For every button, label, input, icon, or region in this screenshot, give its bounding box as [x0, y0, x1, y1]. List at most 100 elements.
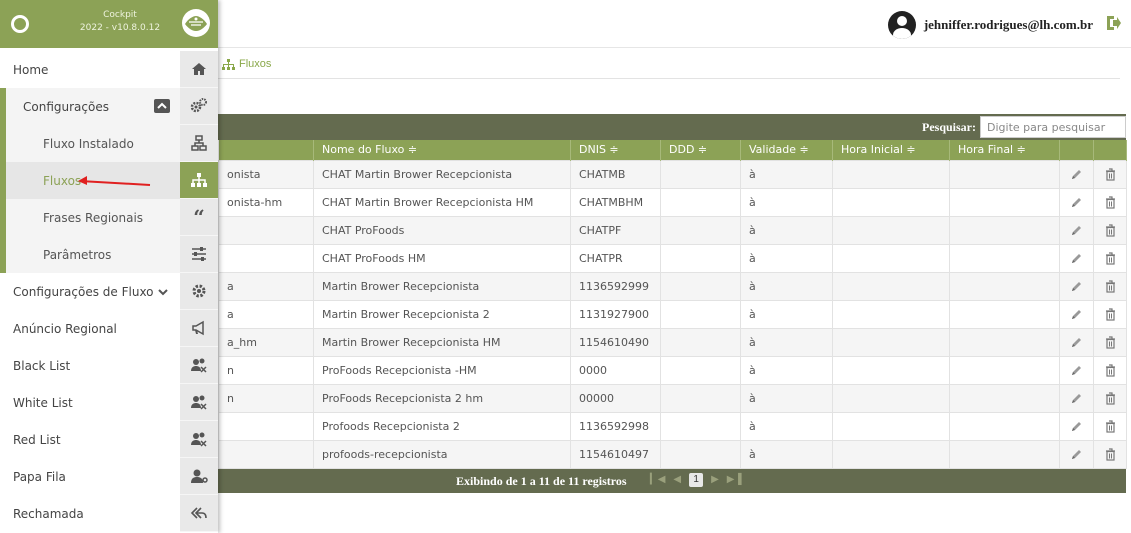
sidebar-item-home[interactable]: Home [0, 51, 180, 88]
sidebar-item-black-list[interactable]: Black List [0, 347, 180, 384]
search-input[interactable] [980, 116, 1126, 138]
delete-button[interactable] [1093, 271, 1127, 301]
table-row[interactable]: onista CHAT Martin Brower Recepcionista CH… [218, 159, 1127, 189]
edit-button[interactable] [1059, 411, 1094, 441]
chevron-down-icon[interactable] [156, 285, 170, 299]
table-row[interactable]: n ProFoods Recepcionista -HM 0000 à [218, 355, 1127, 385]
logout-icon[interactable] [1105, 14, 1121, 32]
table-row[interactable]: profoods-recepcionista 1154610497 à [218, 439, 1127, 469]
sidebar-item-white-list[interactable]: White List [0, 384, 180, 421]
sidebar-item-red-list[interactable]: Red List [0, 421, 180, 458]
cell-dnis: CHATMB [570, 159, 661, 189]
table-row[interactable]: CHAT ProFoods HM CHATPR à [218, 243, 1127, 273]
table-row[interactable]: onista-hm CHAT Martin Brower Recepcionist… [218, 187, 1127, 217]
sidebar-item-configuracoes[interactable]: Configurações [0, 88, 180, 125]
table-row[interactable]: a Martin Brower Recepcionista 2 1131927900… [218, 299, 1127, 329]
delete-button[interactable] [1093, 159, 1127, 189]
table-row[interactable]: a_hm Martin Brower Recepcionista HM 115461… [218, 327, 1127, 357]
col-header-hora-inicial[interactable]: Hora Inicial ≑ [832, 140, 950, 160]
edit-button[interactable] [1059, 439, 1094, 469]
sidebar-item-label: Anúncio Regional [13, 321, 117, 336]
edit-button[interactable] [1059, 299, 1094, 329]
sidebar-item-parametros[interactable]: Parâmetros [0, 236, 180, 273]
cell-dnis: 1154610497 [570, 439, 661, 469]
delete-button[interactable] [1093, 299, 1127, 329]
sidebar-item-frases-regionais[interactable]: Frases Regionais [0, 199, 180, 236]
cell-dnis: 1136592998 [570, 411, 661, 441]
user-queue-icon[interactable] [180, 458, 218, 495]
pencil-icon [1072, 253, 1081, 263]
delete-button[interactable] [1093, 187, 1127, 217]
sidebar-item-label: Rechamada [13, 506, 84, 521]
sliders-icon[interactable] [180, 236, 218, 273]
sidebar-item-configuracoes-de-fluxo[interactable]: Configurações de Fluxo [0, 273, 180, 310]
sidebar-item-papa-fila[interactable]: Papa Fila [0, 458, 180, 495]
edit-button[interactable] [1059, 243, 1094, 273]
users-block-icon[interactable] [180, 347, 218, 384]
menu-toggle-icon[interactable] [11, 15, 29, 33]
first-page-icon[interactable]: ▎◀ [650, 474, 665, 485]
chevron-up-icon[interactable] [154, 99, 170, 113]
user-email[interactable]: jehniffer.rodrigues@lh.com.br [924, 17, 1093, 33]
cell-validade: à [740, 383, 833, 413]
delete-button[interactable] [1093, 411, 1127, 441]
megaphone-icon[interactable] [180, 310, 218, 347]
page-number[interactable]: 1 [689, 472, 704, 487]
col-header-hora-final[interactable]: Hora Final ≑ [949, 140, 1060, 160]
prev-page-icon[interactable]: ◀ [673, 474, 681, 485]
divider [218, 78, 1120, 79]
cell-hora-final [949, 243, 1060, 273]
col-header-validade[interactable]: Validade ≑ [740, 140, 833, 160]
gear-icon[interactable] [180, 273, 218, 310]
delete-button[interactable] [1093, 215, 1127, 245]
last-page-icon[interactable]: ▶▐ [727, 474, 742, 485]
pencil-icon [1072, 449, 1081, 459]
avatar[interactable] [887, 11, 916, 39]
sidebar-item-label: Fluxo Instalado [43, 136, 134, 151]
col-header-id[interactable] [218, 140, 314, 160]
user-menu[interactable]: jehniffer.rodrigues@lh.com.br [887, 11, 1093, 39]
sitemap-icon[interactable] [180, 162, 218, 199]
edit-button[interactable] [1059, 271, 1094, 301]
sidebar-item-fluxo-instalado[interactable]: Fluxo Instalado [0, 125, 180, 162]
next-page-icon[interactable]: ▶ [711, 474, 719, 485]
edit-button[interactable] [1059, 383, 1094, 413]
table-row[interactable]: Profoods Recepcionista 2 1136592998 à [218, 411, 1127, 441]
col-header-dnis[interactable]: DNIS ≑ [570, 140, 661, 160]
sidebar-menu: Home Configurações Fluxo Instalado Fluxo… [0, 51, 180, 532]
delete-button[interactable] [1093, 327, 1127, 357]
edit-button[interactable] [1059, 215, 1094, 245]
users-block-icon[interactable] [180, 421, 218, 458]
gears-icon[interactable] [180, 88, 218, 125]
col-header-ddd[interactable]: DDD ≑ [660, 140, 741, 160]
edit-button[interactable] [1059, 327, 1094, 357]
logo-icon [182, 9, 210, 37]
home-icon[interactable] [180, 51, 218, 88]
flows-table: Nome do Fluxo ≑ DNIS ≑ DDD ≑ Validade ≑ … [218, 140, 1127, 469]
delete-button[interactable] [1093, 439, 1127, 469]
edit-button[interactable] [1059, 355, 1094, 385]
search-label: Pesquisar: [922, 119, 976, 134]
sidebar-item-rechamada[interactable]: Rechamada [0, 495, 180, 532]
pencil-icon [1072, 169, 1081, 179]
users-block-icon[interactable] [180, 384, 218, 421]
cell-validade: à [740, 411, 833, 441]
pagination: ▎◀ ◀ 1 ▶ ▶▐ [650, 472, 742, 487]
cell-hora-inicial [832, 439, 950, 469]
table-row[interactable]: a Martin Brower Recepcionista 1136592999 à [218, 271, 1127, 301]
edit-button[interactable] [1059, 159, 1094, 189]
breadcrumb-current[interactable]: Fluxos [239, 58, 271, 70]
sidebar-item-anuncio-regional[interactable]: Anúncio Regional [0, 310, 180, 347]
quote-icon[interactable]: “ [180, 199, 218, 236]
delete-button[interactable] [1093, 383, 1127, 413]
delete-button[interactable] [1093, 355, 1127, 385]
col-header-nome[interactable]: Nome do Fluxo ≑ [313, 140, 571, 160]
cell-id: n [218, 383, 314, 413]
delete-button[interactable] [1093, 243, 1127, 273]
table-row[interactable]: CHAT ProFoods CHATPF à [218, 215, 1127, 245]
table-row[interactable]: n ProFoods Recepcionista 2 hm 00000 à [218, 383, 1127, 413]
edit-button[interactable] [1059, 187, 1094, 217]
network-icon[interactable] [180, 125, 218, 162]
reply-all-icon[interactable] [180, 495, 218, 532]
cell-ddd [660, 439, 741, 469]
